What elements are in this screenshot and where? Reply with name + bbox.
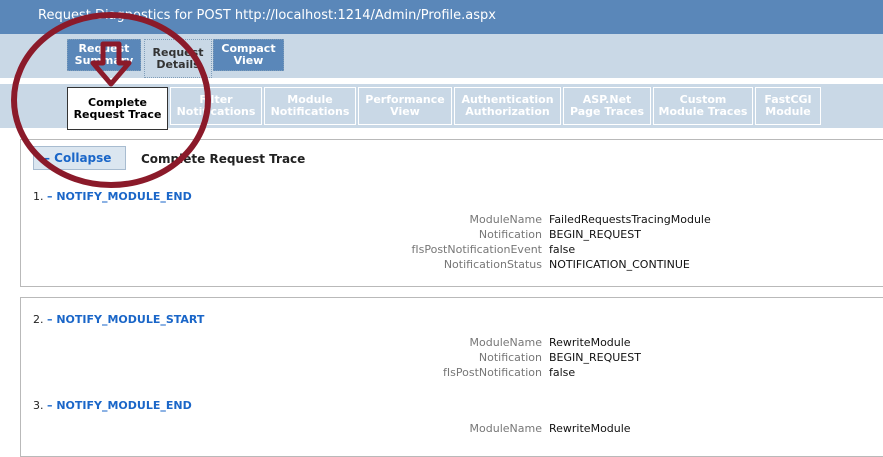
tab-compact-view[interactable]: Compact View [213, 39, 284, 71]
prop-key: fIsPostNotificationEvent [411, 243, 543, 256]
subtab-complete-request-trace[interactable]: Complete Request Trace [67, 87, 168, 130]
sub-tab-area: Complete Request Trace Filter Notification… [0, 78, 883, 133]
tab-label: View [233, 54, 264, 67]
tab-request-summary[interactable]: Request Summary [67, 39, 141, 71]
tab-label: View [390, 105, 420, 118]
tab-request-details[interactable]: Request Details [144, 39, 212, 78]
event-number: 3. [33, 399, 44, 412]
event-toggle-link[interactable]: – NOTIFY_MODULE_END [47, 190, 192, 203]
tab-label: Page Traces [569, 105, 645, 118]
event-number: 2. [33, 313, 44, 326]
event-toggle-link[interactable]: – NOTIFY_MODULE_START [47, 313, 204, 326]
subtab-filter-notifications[interactable]: Filter Notifications [170, 87, 262, 125]
subtab-authentication-authorization[interactable]: Authentication Authorization [454, 87, 561, 125]
prop-value: RewriteModule [549, 422, 631, 435]
event-number: 1. [33, 190, 44, 203]
tab-label: Module [765, 105, 811, 118]
prop-key: ModuleName [469, 213, 542, 226]
event-header: 1. – NOTIFY_MODULE_END [33, 190, 192, 203]
prop-key: fIsPostNotification [443, 366, 542, 379]
tab-label: Authorization [465, 105, 550, 118]
prop-key: Notification [478, 351, 542, 364]
prop-value: FailedRequestsTracingModule [549, 213, 711, 226]
prop-key: ModuleName [469, 422, 542, 435]
tab-label: Request Trace [73, 107, 162, 121]
event-toggle-link[interactable]: – NOTIFY_MODULE_END [47, 399, 192, 412]
title-bar: Request Diagnostics for POST http://loca… [0, 0, 883, 34]
event-header: 3. – NOTIFY_MODULE_END [33, 399, 192, 412]
tab-label: Notifications [176, 105, 256, 118]
panel-title: Complete Request Trace [141, 152, 306, 166]
prop-value: BEGIN_REQUEST [549, 228, 641, 241]
collapse-button[interactable]: – Collapse [33, 146, 126, 170]
main-tab-bar: Request Summary Request Details Compact Vie… [0, 34, 883, 78]
sub-tab-bar: Complete Request Trace Filter Notification… [0, 84, 883, 130]
subtab-aspnet-page-traces[interactable]: ASP.Net Page Traces [563, 87, 651, 125]
prop-key: NotificationStatus [443, 258, 542, 271]
prop-key: ModuleName [469, 336, 542, 349]
subtab-fastcgi-module[interactable]: FastCGI Module [755, 87, 821, 125]
event-header: 2. – NOTIFY_MODULE_START [33, 313, 204, 326]
prop-value: BEGIN_REQUEST [549, 351, 641, 364]
subtab-performance-view[interactable]: Performance View [358, 87, 452, 125]
subtab-module-notifications[interactable]: Module Notifications [264, 87, 356, 125]
prop-value: false [549, 243, 576, 256]
tab-label: Notifications [270, 105, 350, 118]
prop-value: RewriteModule [549, 336, 631, 349]
prop-key: Notification [478, 228, 542, 241]
tab-label: Details [156, 57, 200, 71]
subtab-custom-module-traces[interactable]: Custom Module Traces [653, 87, 753, 125]
window-title: Request Diagnostics for POST http://loca… [38, 8, 496, 23]
tab-label: Module Traces [658, 105, 748, 118]
prop-value: NOTIFICATION_CONTINUE [549, 258, 690, 271]
prop-value: false [549, 366, 576, 379]
tab-label: Summary [74, 54, 134, 67]
